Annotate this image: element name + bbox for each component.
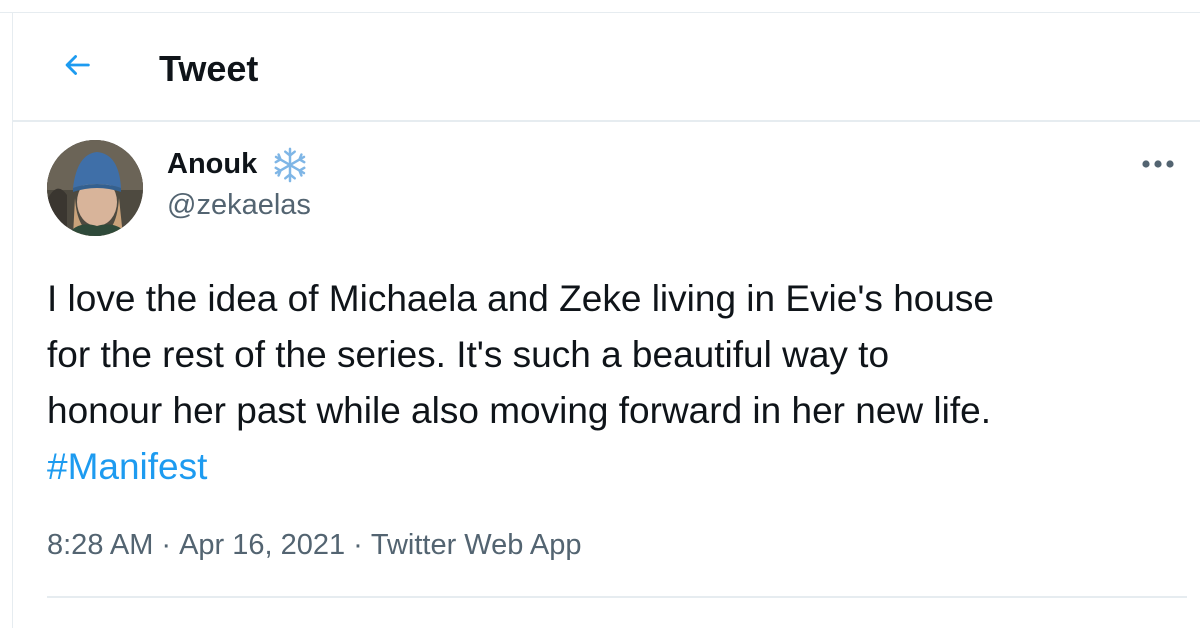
tweet-source-link[interactable]: Twitter Web App — [371, 529, 582, 561]
more-options-button[interactable] — [1132, 148, 1184, 182]
tweet-date: Apr 16, 2021 — [179, 529, 346, 561]
meta-separator: · — [161, 529, 172, 561]
more-options-icon — [1141, 156, 1175, 174]
tweet-text-line: honour her past while also moving forwar… — [47, 390, 991, 431]
author-display-name[interactable]: Anouk — [167, 145, 257, 183]
author-handle[interactable]: @zekaelas — [167, 186, 311, 224]
meta-separator: · — [353, 529, 363, 561]
back-button[interactable] — [53, 43, 101, 91]
tweet-time: 8:28 AM — [47, 529, 154, 561]
tweet-text: I love the idea of Michaela and Zeke liv… — [47, 271, 1187, 495]
tweet-time-link[interactable]: 8:28 AM · Apr 16, 2021 — [47, 529, 345, 561]
arrow-left-icon — [60, 48, 94, 87]
tweet-metadata: 8:28 AM · Apr 16, 2021 · Twitter Web App — [47, 525, 581, 565]
snowflake-icon — [271, 146, 309, 184]
tweet-text-line: for the rest of the series. It's such a … — [47, 334, 890, 375]
tweet-text-line: I love the idea of Michaela and Zeke liv… — [47, 278, 995, 319]
tweet-page: Tweet Anouk @zekaelas I love the idea of… — [0, 0, 1200, 628]
page-title: Tweet — [159, 48, 259, 89]
metadata-divider — [47, 596, 1187, 598]
avatar[interactable] — [47, 140, 143, 236]
page-header: Tweet — [13, 13, 1200, 120]
header-divider — [13, 120, 1200, 122]
hashtag-link[interactable]: #Manifest — [47, 446, 207, 487]
